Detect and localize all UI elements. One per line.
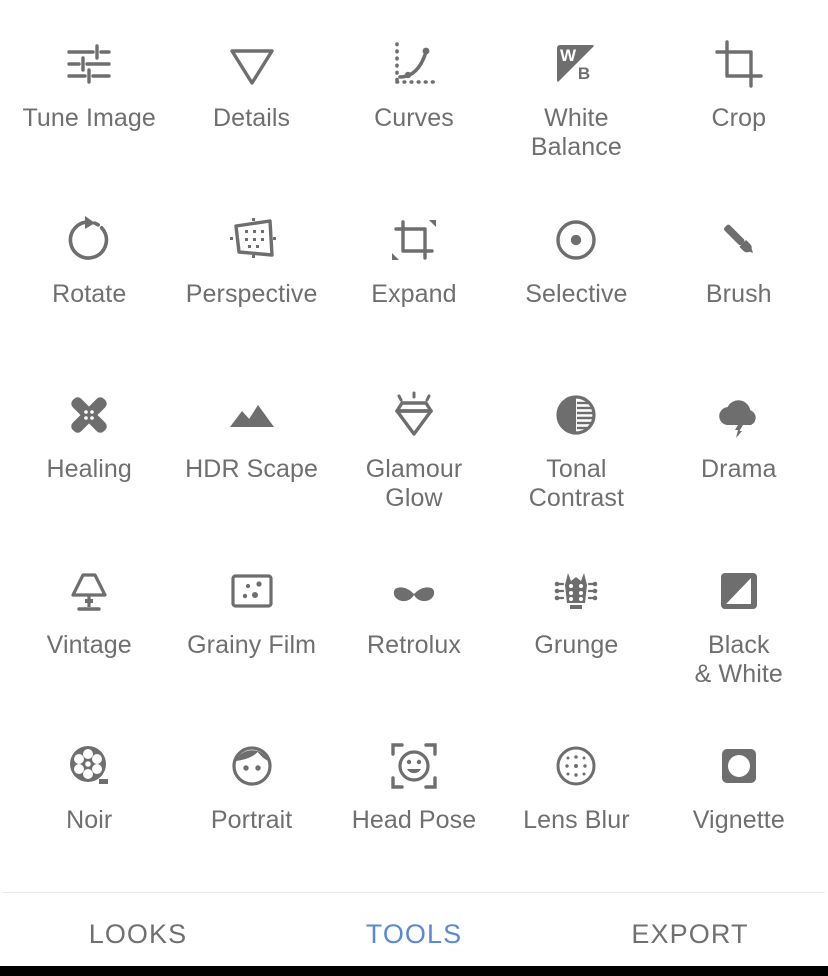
mountains-icon (224, 387, 280, 443)
film-reel-icon (61, 738, 117, 794)
tool-item-vignette[interactable]: Vignette (658, 716, 820, 892)
snapseed-tools-screen: Tune Image Details Curves W B White Balanc… (0, 0, 828, 976)
tool-item-grunge[interactable]: Grunge (495, 541, 657, 717)
curves-icon (386, 36, 442, 92)
left-edge (0, 0, 3, 976)
bandage-icon (61, 387, 117, 443)
storm-cloud-icon (711, 387, 767, 443)
tool-label-grunge: Grunge (534, 630, 619, 659)
vignette-square-icon (711, 738, 767, 794)
expand-icon (386, 212, 442, 268)
tool-item-expand[interactable]: Expand (333, 190, 495, 366)
bottom-navigation-bar: LOOKS TOOLS EXPORT (0, 892, 828, 976)
tool-item-portrait[interactable]: Portrait (170, 716, 332, 892)
tool-item-noir[interactable]: Noir (8, 716, 170, 892)
black-white-square-icon (711, 563, 767, 619)
svg-text:W: W (560, 46, 577, 65)
rotate-icon (61, 212, 117, 268)
bottom-tab-tools[interactable]: TOOLS (276, 919, 552, 950)
tool-label-drama: Drama (701, 455, 777, 484)
tool-item-crop[interactable]: Crop (658, 14, 820, 190)
tool-item-head-pose[interactable]: Head Pose (333, 716, 495, 892)
tool-item-healing[interactable]: Healing (8, 365, 170, 541)
tool-item-glamour-glow[interactable]: Glamour Glow (333, 365, 495, 541)
brush-icon (711, 212, 767, 268)
tool-label-black-and-white: Black & White (694, 630, 783, 688)
tool-label-details: Details (213, 104, 291, 132)
tool-item-curves[interactable]: Curves (333, 14, 495, 190)
tool-label-vintage: Vintage (46, 630, 132, 659)
tool-item-rotate[interactable]: Rotate (8, 190, 170, 366)
tool-label-tune-image: Tune Image (22, 104, 156, 132)
tool-item-perspective[interactable]: Perspective (170, 190, 332, 366)
tool-label-glamour-glow: Glamour Glow (365, 455, 463, 513)
tool-item-tune-image[interactable]: Tune Image (8, 14, 170, 190)
tool-item-selective[interactable]: Selective (495, 190, 657, 366)
tool-item-details[interactable]: Details (170, 14, 332, 190)
perspective-icon (224, 212, 280, 268)
tool-label-rotate: Rotate (52, 279, 127, 308)
tool-label-hdr-scape: HDR Scape (185, 455, 319, 484)
tool-item-drama[interactable]: Drama (658, 365, 820, 541)
lamp-icon (61, 563, 117, 619)
bottom-tab-export[interactable]: EXPORT (552, 919, 828, 950)
dotted-circle-icon (548, 738, 604, 794)
tool-label-brush: Brush (705, 279, 772, 308)
tool-label-noir: Noir (66, 806, 113, 835)
tool-label-healing: Healing (46, 455, 132, 484)
white-balance-icon: W B (548, 36, 604, 92)
tool-item-lens-blur[interactable]: Lens Blur (495, 716, 657, 892)
face-frame-icon (386, 738, 442, 794)
tool-label-tonal-contrast: Tonal Contrast (528, 455, 625, 513)
tool-item-hdr-scape[interactable]: HDR Scape (170, 365, 332, 541)
sliders-icon (61, 36, 117, 92)
tool-item-vintage[interactable]: Vintage (8, 541, 170, 717)
bottom-tab-looks[interactable]: LOOKS (0, 919, 276, 950)
tool-item-tonal-contrast[interactable]: Tonal Contrast (495, 365, 657, 541)
tool-item-retrolux[interactable]: Retrolux (333, 541, 495, 717)
tool-label-retrolux: Retrolux (367, 630, 461, 659)
triangle-down-icon (224, 36, 280, 92)
tool-label-crop: Crop (711, 104, 767, 132)
tool-label-lens-blur: Lens Blur (523, 806, 630, 835)
tools-grid: Tune Image Details Curves W B White Balanc… (0, 0, 828, 892)
tool-item-black-and-white[interactable]: Black & White (658, 541, 820, 717)
tool-label-curves: Curves (374, 104, 454, 132)
tool-label-perspective: Perspective (185, 279, 318, 308)
selective-target-icon (548, 212, 604, 268)
tool-label-white-balance: White Balance (530, 104, 622, 161)
tool-item-brush[interactable]: Brush (658, 190, 820, 366)
tool-label-head-pose: Head Pose (351, 806, 477, 835)
tool-item-grainy-film[interactable]: Grainy Film (170, 541, 332, 717)
contrast-circle-icon (548, 387, 604, 443)
bottom-screen-edge (0, 966, 828, 976)
tool-label-vignette: Vignette (692, 806, 785, 835)
guitar-headstock-icon (548, 563, 604, 619)
crop-icon (711, 36, 767, 92)
grain-square-icon (224, 563, 280, 619)
tool-label-selective: Selective (525, 279, 628, 308)
tool-label-grainy-film: Grainy Film (187, 630, 317, 659)
tool-label-expand: Expand (371, 279, 457, 308)
diamond-sparkle-icon (386, 387, 442, 443)
tool-label-portrait: Portrait (210, 806, 293, 835)
face-icon (224, 738, 280, 794)
tool-item-white-balance[interactable]: W B White Balance (495, 14, 657, 190)
mustache-icon (386, 563, 442, 619)
svg-text:B: B (578, 64, 590, 83)
